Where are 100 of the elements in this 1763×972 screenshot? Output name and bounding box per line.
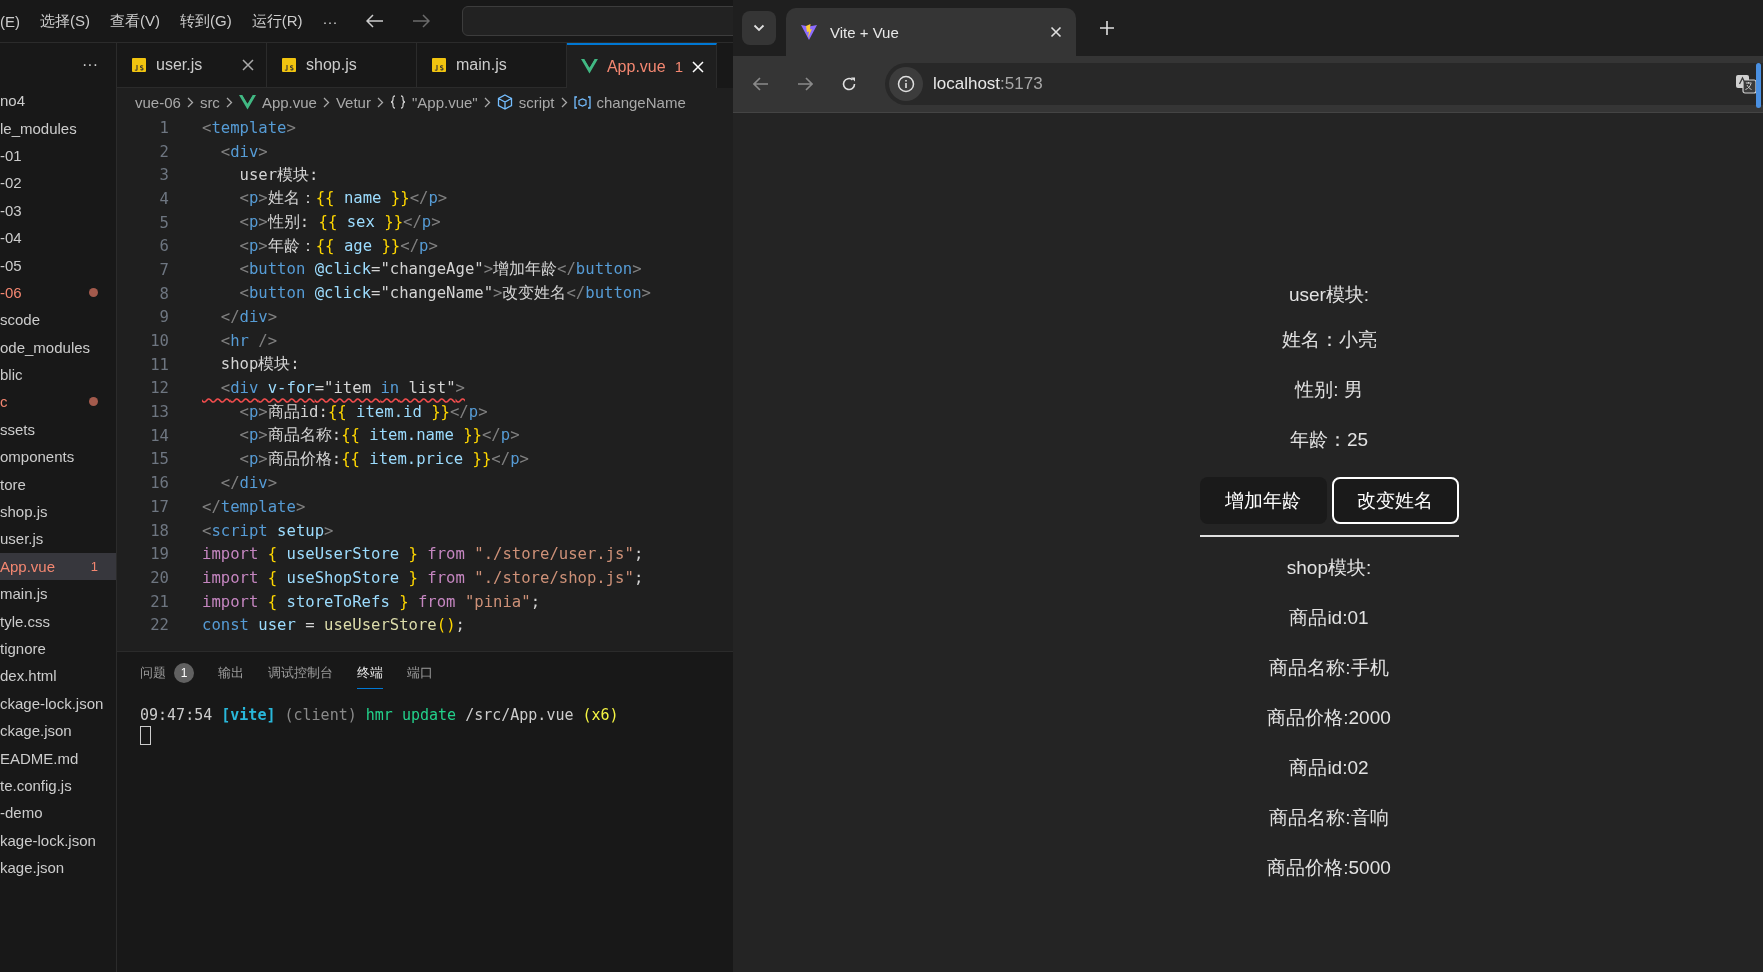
- code-line: </template>: [202, 497, 306, 516]
- breadcrumb-item[interactable]: Vetur: [335, 93, 371, 111]
- menu-item[interactable]: 运行(R): [251, 11, 303, 31]
- tab-title: Vite + Vue: [830, 23, 900, 41]
- field-text: 姓名：小亮: [1281, 328, 1377, 352]
- chevron-right-icon: [483, 96, 491, 108]
- field-text: 性别: 男: [1295, 378, 1363, 402]
- line-number: 11: [149, 355, 169, 374]
- code-line: <p>商品id:{{ item.id }}</p>: [238, 401, 488, 423]
- code-line: import { useUserStore } from "./store/user.js";: [202, 545, 644, 564]
- breadcrumb-item[interactable]: vue-06: [135, 93, 181, 111]
- file-tree-item[interactable]: no4: [0, 87, 116, 115]
- file-tree-item[interactable]: -02: [0, 169, 116, 197]
- file-tree-item[interactable]: ode_modules: [0, 333, 116, 361]
- close-icon[interactable]: [242, 59, 254, 71]
- file-tree-item[interactable]: tore: [0, 470, 116, 498]
- line-number: 12: [149, 379, 169, 398]
- file-tree-item[interactable]: shop.js: [0, 497, 116, 526]
- panel-tab[interactable]: 端口: [407, 658, 433, 688]
- panel-tab[interactable]: 输出: [218, 658, 244, 688]
- file-tree-item[interactable]: c: [0, 388, 116, 416]
- line-number: 4: [158, 189, 169, 208]
- file-tree-item[interactable]: -05: [0, 251, 116, 279]
- product-text: 商品名称:手机: [1269, 656, 1389, 680]
- breadcrumb-item[interactable]: App.vue: [261, 93, 317, 111]
- forward-arrow-icon[interactable]: [797, 77, 813, 91]
- menu-item[interactable]: ···: [322, 12, 338, 30]
- code-line: const user = useUserStore();: [202, 616, 465, 635]
- browser-tab[interactable]: Vite + Vue: [786, 8, 1076, 56]
- braces-icon: [389, 95, 406, 109]
- more-actions[interactable]: ···: [82, 56, 98, 74]
- code-line: </div>: [219, 308, 278, 327]
- file-tree-item[interactable]: ckage-lock.json: [0, 689, 116, 717]
- plus-icon[interactable]: [1100, 21, 1114, 35]
- chevron-right-icon: [322, 96, 330, 108]
- editor-tab[interactable]: App.vue 1: [567, 43, 717, 88]
- file-tree-item[interactable]: -03: [0, 196, 116, 224]
- file-tree-item[interactable]: scode: [0, 306, 116, 334]
- chevron-right-icon: [225, 96, 233, 108]
- file-tree-item[interactable]: te.config.js: [0, 771, 116, 800]
- breadcrumb-item[interactable]: script: [518, 93, 555, 111]
- file-tree-item[interactable]: main.js: [0, 580, 116, 608]
- editor-tab[interactable]: shop.js: [267, 43, 417, 88]
- file-tree-item[interactable]: EADME.md: [0, 744, 116, 772]
- translate-icon[interactable]: [1735, 74, 1757, 94]
- file-tree-item[interactable]: -01: [0, 141, 116, 170]
- code-line: shop模块:: [219, 354, 300, 376]
- vue-file-icon: [581, 59, 598, 74]
- file-tree-item[interactable]: dex.html: [0, 662, 116, 690]
- javascript-file-icon: [131, 57, 147, 73]
- editor-tab[interactable]: main.js: [417, 43, 567, 88]
- address-bar[interactable]: localhost:5173: [885, 63, 1763, 105]
- editor-tab[interactable]: user.js: [117, 43, 267, 88]
- code-line: <p>商品价格:{{ item.price }}</p>: [238, 448, 529, 470]
- breadcrumb-item[interactable]: changeName: [596, 93, 686, 111]
- chevron-right-icon: [186, 96, 194, 108]
- panel-tab[interactable]: 问题 1: [140, 657, 194, 689]
- line-number: 15: [149, 450, 169, 469]
- panel-tab[interactable]: 调试控制台: [268, 658, 333, 688]
- file-tree-item[interactable]: App.vue 1: [0, 552, 116, 581]
- cube-icon: [496, 94, 513, 110]
- code-line: <div>: [219, 142, 268, 161]
- menu-item[interactable]: 转到(G): [180, 11, 232, 31]
- file-tree-item[interactable]: user.js: [0, 525, 116, 553]
- action-button[interactable]: 改变姓名: [1331, 477, 1459, 524]
- terminal-line: 09:47:54 [vite] (client) hmr update /src/App.vue (x6): [140, 706, 620, 724]
- scrollbar[interactable]: [1756, 63, 1761, 108]
- file-tree-item[interactable]: omponents: [0, 443, 116, 471]
- breadcrumb-item[interactable]: "App.vue": [411, 93, 478, 111]
- file-tree-item[interactable]: tyle.css: [0, 607, 116, 635]
- line-number: 18: [149, 521, 169, 540]
- file-tree-item[interactable]: kage-lock.json: [0, 826, 116, 854]
- file-tree-item[interactable]: le_modules: [0, 114, 116, 142]
- reload-icon[interactable]: [841, 76, 857, 92]
- line-number: 20: [149, 568, 169, 587]
- vue-file-icon: [238, 94, 256, 110]
- menu-item[interactable]: 选择(S): [40, 11, 90, 31]
- forward-arrow-icon[interactable]: [411, 14, 430, 28]
- file-tree-item[interactable]: -06: [0, 278, 116, 307]
- code-line: import { useShopStore } from "./store/shop.js";: [202, 568, 644, 587]
- menu-item[interactable]: 查看(V): [110, 11, 160, 31]
- product-text: 商品名称:音响: [1269, 806, 1389, 830]
- panel-tab[interactable]: 终端: [357, 657, 383, 689]
- action-button[interactable]: 增加年龄: [1199, 477, 1327, 524]
- file-tree-item[interactable]: kage.json: [0, 853, 116, 882]
- file-tree-item[interactable]: tignore: [0, 634, 116, 663]
- file-tree-item[interactable]: ssets: [0, 415, 116, 444]
- info-icon[interactable]: [897, 75, 915, 93]
- file-tree-item[interactable]: -04: [0, 223, 116, 252]
- search-field[interactable]: [461, 6, 733, 36]
- menu-item[interactable]: (E): [0, 12, 20, 30]
- breadcrumb-item[interactable]: src: [199, 93, 220, 111]
- file-tree-item[interactable]: blic: [0, 360, 116, 389]
- back-arrow-icon[interactable]: [365, 14, 384, 28]
- tab-search-button[interactable]: [742, 11, 776, 45]
- product-text: 商品价格:5000: [1267, 856, 1391, 880]
- line-number: 14: [149, 426, 169, 445]
- code-line: <script setup>: [202, 521, 334, 540]
- file-tree-item[interactable]: -demo: [0, 799, 116, 827]
- file-tree-item[interactable]: ckage.json: [0, 717, 116, 745]
